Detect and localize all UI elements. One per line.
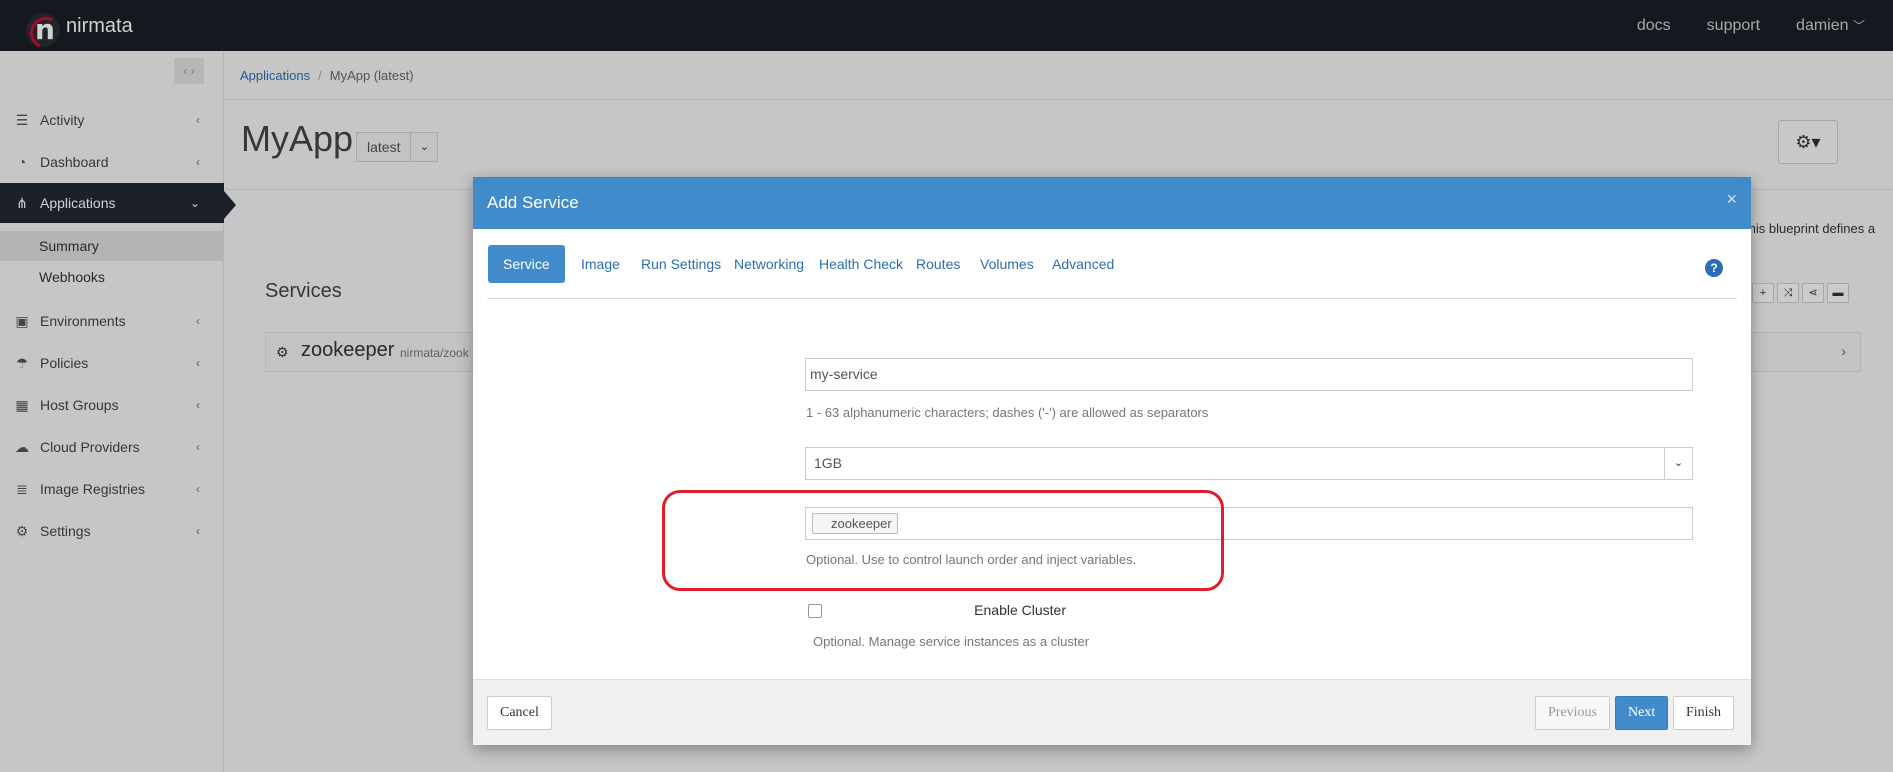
modal-footer: Cancel Previous Next Finish [473,679,1751,745]
previous-button[interactable]: Previous [1535,696,1610,730]
enable-cluster-checkbox[interactable] [808,604,822,618]
modal-tabs: Service Image Run Settings Networking He… [487,229,1737,299]
modal-header: Add Service × [473,177,1751,229]
highlight-annotation [662,490,1224,591]
tab-advanced[interactable]: Advanced [1037,245,1129,283]
next-button[interactable]: Next [1615,696,1669,730]
close-icon[interactable]: × [1726,189,1737,210]
tab-service[interactable]: Service [488,245,565,283]
tab-image[interactable]: Image [566,245,635,283]
type-select[interactable]: 1GB ⌄ [805,447,1693,480]
enable-cluster-help: Optional. Manage service instances as a … [813,634,1090,649]
cancel-button[interactable]: Cancel [487,696,552,730]
modal-title: Add Service [487,193,579,212]
name-input[interactable]: my-service [805,358,1693,391]
help-icon[interactable]: ? [1705,259,1723,277]
finish-button[interactable]: Finish [1673,696,1735,730]
type-value: 1GB [814,455,843,471]
name-help: 1 - 63 alphanumeric characters; dashes (… [806,405,1209,420]
chevron-down-icon: ⌄ [1664,448,1692,479]
add-service-modal: Add Service × Service Image Run Settings… [473,177,1751,745]
enable-cluster-label: Enable Cluster [974,602,1066,618]
